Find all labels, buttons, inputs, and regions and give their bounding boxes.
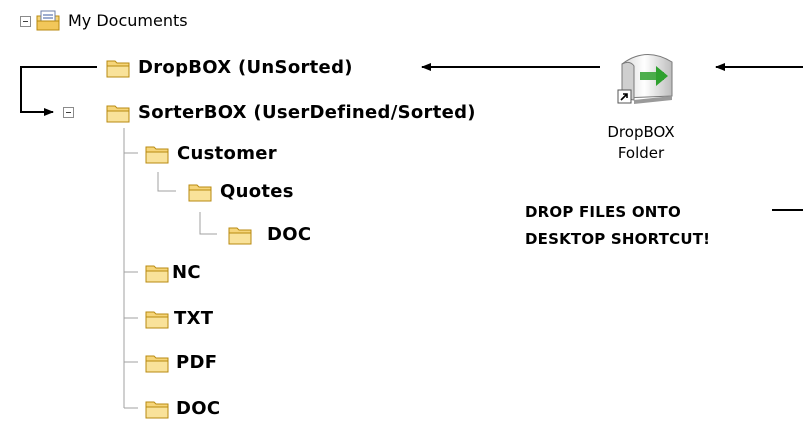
- tree-label: SorterBOX (UserDefined/Sorted): [138, 102, 476, 123]
- folder-icon: [145, 355, 169, 373]
- folder-icon: [188, 184, 212, 202]
- tree-label: PDF: [176, 352, 218, 373]
- tree-item-nc[interactable]: NC: [145, 262, 201, 283]
- tree-label: Quotes: [220, 181, 294, 202]
- folder-icon: [145, 401, 169, 419]
- tree-label: TXT: [174, 308, 214, 329]
- tree-item-txt[interactable]: TXT: [145, 308, 213, 329]
- tree-label: Customer: [177, 143, 277, 164]
- instruction-line1: DROP FILES ONTO: [525, 203, 681, 221]
- tree-label: DropBOX (UnSorted): [138, 57, 353, 78]
- instruction-line2: DESKTOP SHORTCUT!: [525, 230, 711, 248]
- tree-label: NC: [172, 262, 201, 283]
- dropbox-shortcut-icon[interactable]: [606, 50, 686, 110]
- root-collapse-toggle[interactable]: [20, 16, 31, 27]
- my-documents-icon: [36, 10, 60, 31]
- folder-icon: [228, 227, 252, 245]
- tree-item-quotes-doc[interactable]: DOC: [228, 224, 311, 245]
- tree-item-pdf[interactable]: PDF: [145, 352, 217, 373]
- folder-icon: [106, 60, 130, 78]
- shortcut-caption: DropBOX Folder: [596, 122, 686, 164]
- shortcut-caption-line2: Folder: [617, 144, 665, 162]
- sorterbox-collapse-toggle[interactable]: [63, 107, 74, 118]
- tree-item-quotes[interactable]: Quotes: [188, 181, 294, 202]
- tree-label: DOC: [176, 398, 221, 419]
- shortcut-caption-line1: DropBOX: [607, 123, 675, 141]
- tree-item-doc[interactable]: DOC: [145, 398, 220, 419]
- tree-item-customer[interactable]: Customer: [145, 143, 277, 164]
- folder-icon: [145, 311, 169, 329]
- folder-icon: [106, 105, 130, 123]
- tree-item-my-documents[interactable]: My Documents: [36, 10, 188, 31]
- tree-label: My Documents: [68, 11, 188, 30]
- tree-item-sorterbox[interactable]: SorterBOX (UserDefined/Sorted): [106, 102, 476, 123]
- instruction-note: DROP FILES ONTO DESKTOP SHORTCUT!: [525, 199, 710, 253]
- folder-icon: [145, 265, 169, 283]
- tree-item-dropbox[interactable]: DropBOX (UnSorted): [106, 57, 353, 78]
- folder-icon: [145, 146, 169, 164]
- tree-label: DOC: [267, 224, 312, 245]
